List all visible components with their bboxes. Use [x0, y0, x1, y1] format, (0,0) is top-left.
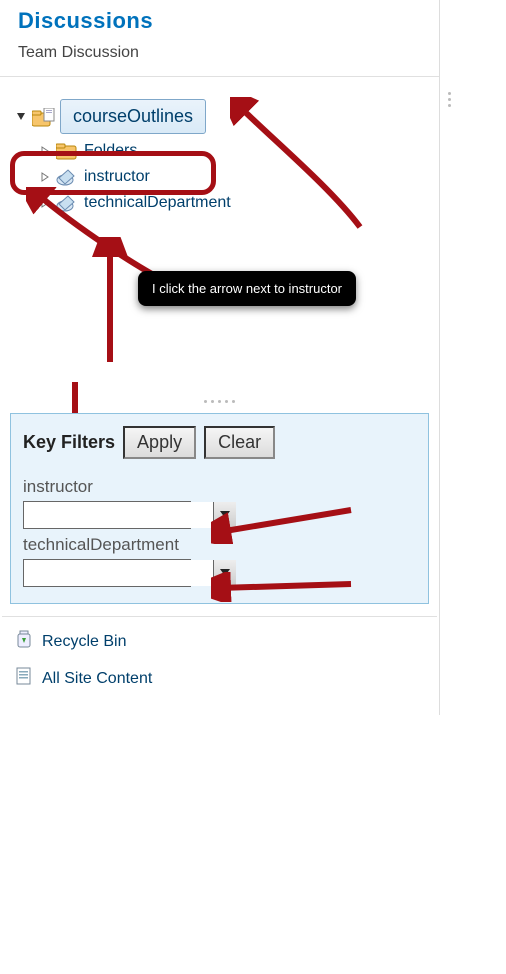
all-site-content-label: All Site Content [42, 670, 152, 688]
apply-button[interactable]: Apply [123, 426, 196, 459]
tag-icon [56, 194, 78, 212]
tree-item-folders[interactable]: Folders [16, 138, 427, 164]
dropdown-button[interactable] [213, 502, 236, 528]
dropdown-button[interactable] [213, 560, 236, 586]
discussions-section: Discussions Team Discussion [0, 0, 439, 77]
tree-root-row: courseOutlines [16, 95, 427, 138]
tag-icon [56, 168, 78, 186]
resize-handle-horizontal[interactable] [0, 396, 439, 407]
filter-label-technicaldepartment: technicalDepartment [23, 535, 416, 555]
tree-item-instructor[interactable]: instructor [16, 164, 427, 190]
recycle-bin-icon [14, 629, 34, 654]
annotation-arrow [90, 237, 130, 367]
library-icon [32, 108, 54, 126]
resize-handle-vertical[interactable] [448, 92, 451, 107]
filter-input-technicaldepartment[interactable] [24, 560, 213, 586]
annotation-callout: I click the arrow next to instructor [138, 271, 356, 306]
tree-item-label: technicalDepartment [84, 194, 231, 212]
filter-label-instructor: instructor [23, 477, 416, 497]
tree-item-label: Folders [84, 142, 137, 160]
folder-icon [56, 142, 78, 160]
filter-combo-technicaldepartment[interactable] [23, 559, 191, 587]
key-filters-title: Key Filters [23, 432, 115, 453]
page-icon [14, 666, 34, 691]
team-discussion-link[interactable]: Team Discussion [18, 44, 421, 62]
tree-item-technicaldepartment[interactable]: technicalDepartment [16, 190, 427, 216]
filter-combo-instructor[interactable] [23, 501, 191, 529]
expand-icon[interactable] [40, 172, 50, 182]
expand-icon[interactable] [40, 146, 50, 156]
navigation-tree: courseOutlines Folders [0, 77, 439, 396]
recycle-bin-label: Recycle Bin [42, 633, 126, 651]
tree-root-label[interactable]: courseOutlines [60, 99, 206, 134]
clear-button[interactable]: Clear [204, 426, 275, 459]
tree-item-label: instructor [84, 168, 150, 186]
discussions-title[interactable]: Discussions [18, 8, 421, 34]
recycle-bin-link[interactable]: Recycle Bin [14, 623, 425, 660]
expand-icon[interactable] [40, 198, 50, 208]
footer-links: Recycle Bin All Site Content [0, 617, 439, 703]
filter-input-instructor[interactable] [24, 502, 213, 528]
all-site-content-link[interactable]: All Site Content [14, 660, 425, 697]
key-filters-panel: Key Filters Apply Clear instructor techn… [10, 413, 429, 604]
collapse-icon[interactable] [16, 112, 26, 122]
